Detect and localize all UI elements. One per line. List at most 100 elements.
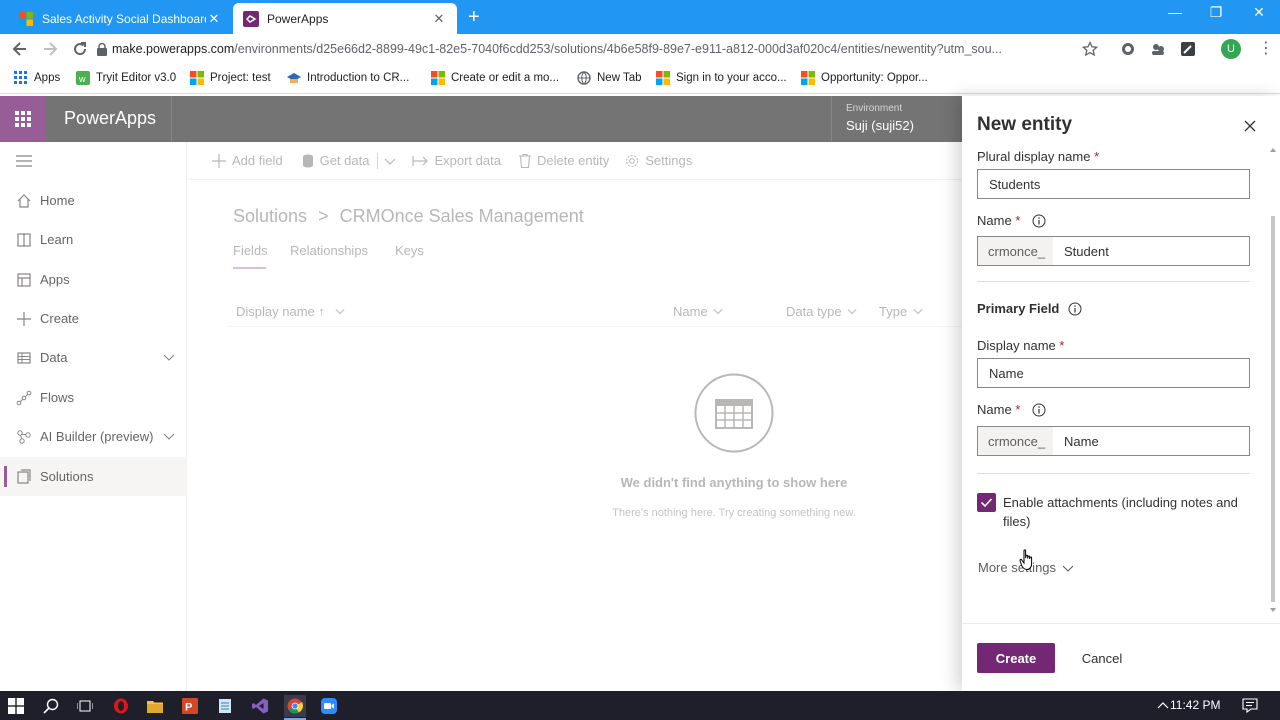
tab-title: PowerApps [267, 11, 329, 26]
tab-close-icon[interactable]: ✕ [206, 11, 222, 27]
taskbar-clock[interactable]: 11:42 PM [1170, 698, 1220, 712]
section-divider [977, 473, 1250, 474]
taskbar-zoom[interactable] [318, 695, 340, 717]
search-icon [43, 698, 59, 714]
bookmarks-bar: Apps w Tryit Editor v3.0 Project: test I… [0, 64, 1280, 94]
enable-attachments-label[interactable]: Enable attachments (including notes and … [1003, 493, 1253, 531]
new-tab-button[interactable]: + [468, 6, 480, 29]
taskbar-visual-studio[interactable] [249, 695, 271, 717]
panel-scrollbar[interactable] [1266, 144, 1280, 624]
browser-tab-powerapps[interactable]: PowerApps ✕ [233, 3, 457, 34]
microsoft-icon [190, 71, 204, 85]
globe-icon [577, 71, 591, 85]
taskbar-search[interactable] [40, 695, 62, 717]
apps-grid-icon [14, 71, 27, 84]
close-window-button[interactable]: ✕ [1244, 4, 1274, 21]
required-marker: * [1094, 149, 1100, 164]
powerpoint-icon: P [182, 698, 198, 714]
create-button[interactable]: Create [977, 643, 1055, 673]
primary-field-heading: Primary Field [977, 301, 1082, 316]
footer-divider [962, 623, 1280, 624]
microsoft-icon [656, 71, 670, 85]
bookmark-tryit[interactable]: w Tryit Editor v3.0 [76, 71, 176, 85]
name-label: Name * [977, 213, 1046, 228]
info-icon[interactable] [1032, 403, 1046, 417]
bookmark-introduction[interactable]: Introduction to CR... [287, 71, 409, 85]
browser-menu-icon[interactable]: ⋮ [1258, 39, 1274, 59]
w3schools-icon: w [76, 71, 90, 85]
browser-tab-sales-dashboard[interactable]: Sales Activity Social Dashboard ✕ [8, 3, 232, 34]
extension-people-icon[interactable] [1150, 41, 1166, 57]
address-bar-row: make.powerapps.com/environments/d25e66d2… [0, 34, 1280, 64]
bookmark-label: New Tab [597, 72, 642, 84]
svg-text:P: P [185, 702, 192, 714]
taskbar-chrome[interactable] [284, 695, 306, 717]
display-name-label: Display name * [977, 338, 1064, 353]
required-marker: * [1059, 338, 1065, 353]
info-icon[interactable] [1032, 214, 1046, 228]
bookmark-apps[interactable]: Apps [14, 71, 60, 85]
lock-icon[interactable] [96, 43, 108, 56]
tab-title: Sales Activity Social Dashboard [42, 11, 206, 26]
profile-avatar[interactable]: U [1221, 39, 1241, 59]
reload-icon[interactable] [70, 39, 90, 59]
browser-tab-strip: Sales Activity Social Dashboard ✕ PowerA… [0, 0, 1280, 34]
taskbar-file-explorer[interactable] [144, 695, 166, 717]
publisher-prefix: crmonce_ [978, 427, 1053, 455]
bookmark-label: Sign in to your acco... [676, 72, 787, 84]
primary-name-input[interactable]: crmonce_ Name [977, 426, 1250, 456]
bookmark-star-icon[interactable] [1082, 41, 1098, 57]
back-arrow-icon[interactable] [10, 39, 30, 59]
close-icon[interactable] [1242, 118, 1258, 134]
label-text: Name [977, 402, 1012, 417]
enable-attachments-checkbox[interactable] [977, 493, 996, 512]
svg-text:w: w [78, 74, 86, 84]
new-entity-panel: New entity Plural display name * Student… [962, 96, 1280, 691]
task-view-button[interactable] [74, 695, 96, 717]
minimize-button[interactable]: — [1160, 4, 1190, 20]
extension-pen-icon[interactable] [1180, 41, 1196, 57]
name-input[interactable]: crmonce_ Student [977, 236, 1250, 266]
tab-close-icon[interactable]: ✕ [431, 11, 447, 27]
display-name-input[interactable]: Name [977, 358, 1250, 388]
url-path: /environments/d25e66d2-8899-49c1-82e5-70… [234, 42, 1002, 56]
chrome-icon [287, 698, 303, 714]
restore-button[interactable]: ❐ [1201, 4, 1231, 21]
bookmark-project-test[interactable]: Project: test [190, 71, 271, 85]
bookmark-sign-in[interactable]: Sign in to your acco... [656, 71, 787, 85]
input-value: Student [1064, 243, 1109, 259]
info-icon[interactable] [1068, 302, 1082, 316]
modal-overlay[interactable] [0, 96, 962, 691]
taskbar-opera[interactable] [110, 695, 132, 717]
taskbar-powerpoint[interactable]: P [179, 695, 201, 717]
label-text: Name [977, 213, 1012, 228]
url-input[interactable]: make.powerapps.com/environments/d25e66d2… [112, 38, 1077, 60]
notepad-icon [219, 699, 231, 713]
forward-arrow-icon[interactable] [40, 39, 60, 59]
windows-taskbar: P 11:42 PM [0, 691, 1280, 720]
bookmark-label: Project: test [210, 72, 271, 84]
plural-display-name-input[interactable]: Students [977, 169, 1250, 199]
bookmark-label: Opportunity: Oppor... [821, 72, 928, 84]
label-text: Display name [977, 338, 1056, 353]
extension-circle-icon[interactable] [1120, 41, 1136, 57]
input-value: Students [989, 176, 1041, 192]
graduation-icon [287, 73, 301, 83]
bookmark-create-edit[interactable]: Create or edit a mo... [431, 71, 559, 85]
bookmark-new-tab[interactable]: New Tab [577, 71, 642, 85]
notification-icon[interactable] [1242, 698, 1258, 713]
start-button[interactable] [5, 695, 27, 717]
cancel-button[interactable]: Cancel [1064, 643, 1140, 673]
video-camera-icon [321, 698, 337, 714]
microsoft-icon [431, 71, 445, 85]
more-settings-label: More settings [978, 560, 1057, 575]
heading-text: Primary Field [977, 301, 1060, 316]
panel-title: New entity [977, 114, 1073, 135]
bookmark-opportunity[interactable]: Opportunity: Oppor... [801, 71, 928, 85]
chevron-up-icon[interactable] [1157, 701, 1169, 709]
microsoft-icon [801, 71, 815, 85]
plural-display-name-label: Plural display name * [977, 149, 1099, 164]
publisher-prefix: crmonce_ [978, 237, 1053, 265]
taskbar-notepad[interactable] [214, 695, 236, 717]
hand-cursor-icon [1019, 549, 1033, 571]
